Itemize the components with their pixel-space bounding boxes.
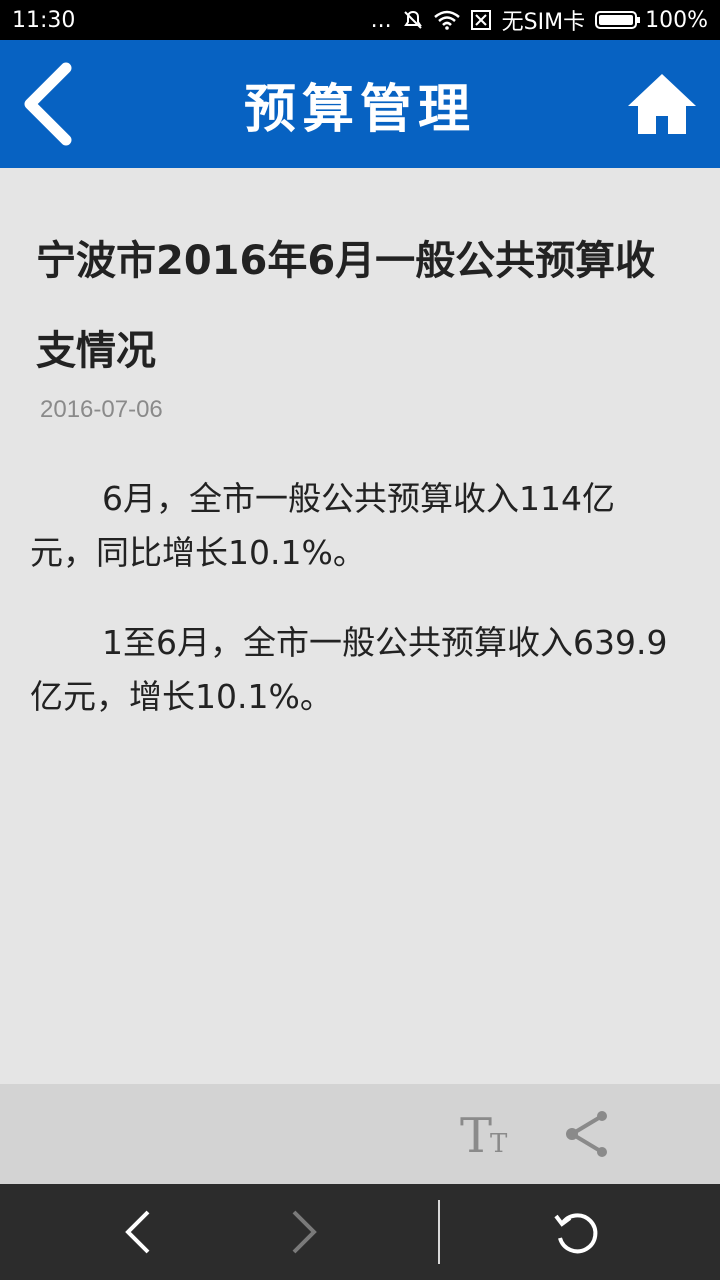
- page-title: 预算管理: [243, 79, 476, 140]
- article-paragraph: 6月，全市一般公共预算收入114亿元，同比增长10.1%。: [30, 479, 615, 572]
- article-date: 2016-07-06: [40, 396, 163, 423]
- battery: 100%: [595, 8, 708, 33]
- refresh-icon[interactable]: [552, 1208, 604, 1256]
- battery-icon: [595, 11, 641, 29]
- article-title: 宁波市2016年6月一般公共预算收支情况: [36, 238, 656, 374]
- status-time: 11:30: [12, 7, 76, 33]
- browser-nav-bar: [0, 1184, 720, 1280]
- wifi-icon: [433, 10, 460, 30]
- back-icon[interactable]: [18, 62, 78, 146]
- status-icons: ... 无SIM卡 100%: [371, 4, 708, 36]
- font-size-icon[interactable]: T T: [460, 1108, 516, 1160]
- app-header: 预算管理: [0, 40, 720, 168]
- back-nav-icon[interactable]: [120, 1208, 156, 1256]
- home-icon[interactable]: [626, 72, 698, 136]
- share-icon[interactable]: [562, 1110, 610, 1158]
- svg-text:T: T: [460, 1108, 492, 1160]
- status-bar: 11:30 ... 无SIM卡 100%: [0, 0, 720, 40]
- article-toolbar: T T: [0, 1084, 720, 1184]
- forward-nav-icon[interactable]: [286, 1208, 322, 1256]
- article-paragraph: 1至6月，全市一般公共预算收入639.9亿元，增长10.1%。: [30, 623, 668, 716]
- mute-bell-icon: [403, 10, 422, 29]
- sim-x-icon: [470, 10, 491, 30]
- sim-status: 无SIM卡: [501, 10, 586, 35]
- nav-divider: [438, 1200, 440, 1264]
- more-dots: ...: [370, 7, 392, 33]
- svg-text:T: T: [490, 1129, 508, 1159]
- article-content: 宁波市2016年6月一般公共预算收支情况 2016-07-06 6月，全市一般公…: [0, 168, 720, 1084]
- battery-percent: 100%: [645, 7, 708, 33]
